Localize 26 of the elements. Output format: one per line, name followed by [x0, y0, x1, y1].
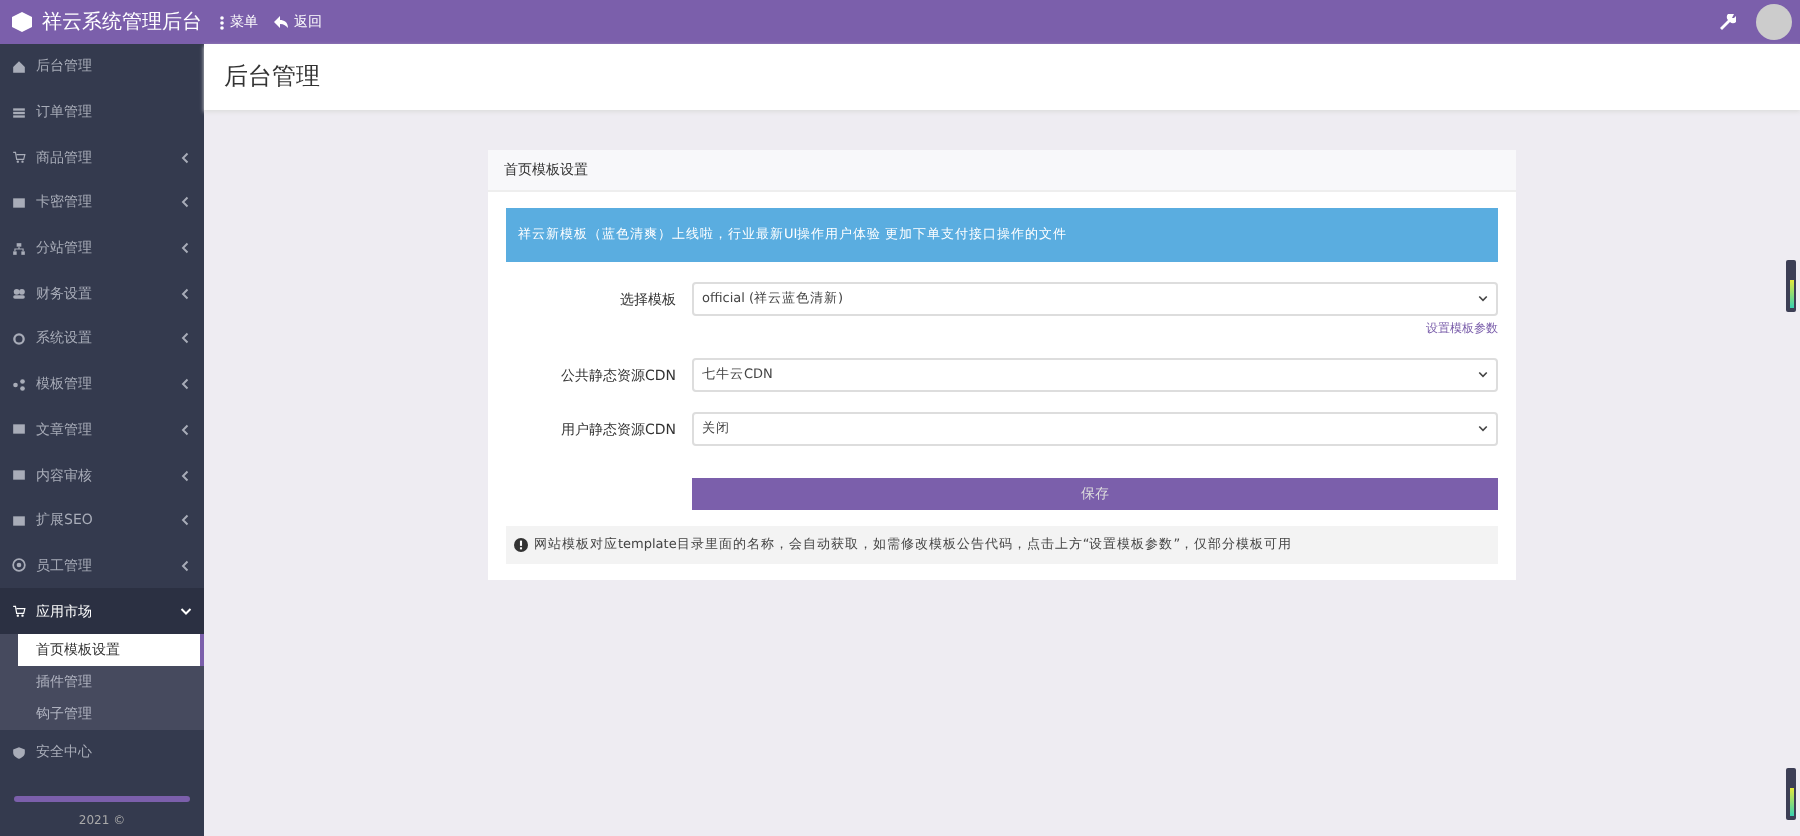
info-icon — [514, 538, 528, 552]
settings-icon — [12, 331, 26, 346]
wrench-icon[interactable] — [1720, 14, 1736, 30]
page-title: 后台管理 — [204, 44, 1800, 110]
brand-title: 祥云系统管理后台 — [42, 9, 202, 36]
square-icon — [12, 422, 26, 437]
home-icon — [12, 59, 26, 74]
meter-widget — [1786, 260, 1796, 312]
caret-icon — [1478, 294, 1488, 304]
meter-widget — [1786, 768, 1796, 820]
cart-icon — [12, 604, 26, 619]
square-icon — [12, 468, 26, 483]
users-icon — [12, 286, 26, 301]
circle-icon — [12, 558, 26, 573]
caret-icon — [1478, 370, 1488, 380]
cube-icon — [12, 12, 32, 32]
cart-icon — [12, 150, 26, 165]
avatar[interactable] — [1756, 4, 1792, 40]
square-icon — [12, 513, 26, 528]
square-icon — [12, 195, 26, 210]
shield-icon — [12, 745, 26, 760]
reply-arrow-icon — [274, 16, 288, 28]
caret-icon — [1478, 424, 1488, 434]
sitemap-icon — [12, 241, 26, 256]
share-icon — [12, 377, 26, 392]
list-icon — [12, 105, 26, 120]
